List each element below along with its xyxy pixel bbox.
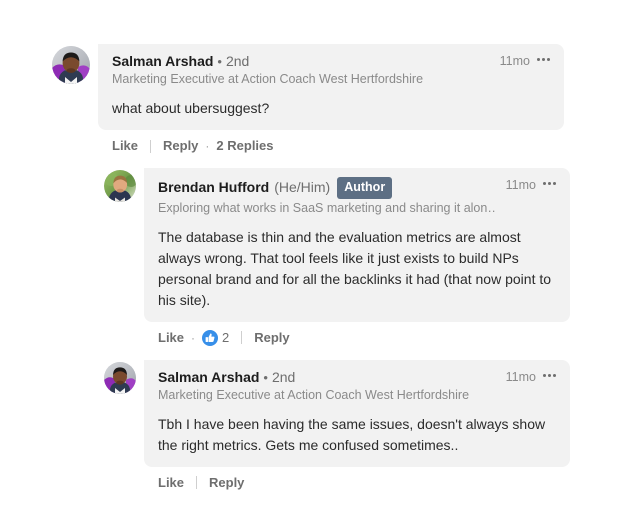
author-name[interactable]: Salman Arshad xyxy=(158,369,259,386)
comment-meta: 11mo xyxy=(500,53,550,68)
action-divider xyxy=(196,476,198,489)
author-block: Salman Arshad • 2nd Marketing Executive … xyxy=(112,53,500,87)
comment-bubble: Salman Arshad • 2nd Marketing Executive … xyxy=(98,44,564,130)
comment-actions: Like Reply xyxy=(144,467,624,491)
comment-item: Brendan Hufford (He/Him) Author Explorin… xyxy=(0,168,624,346)
thumbs-up-icon xyxy=(202,329,219,346)
author-headline: Marketing Executive at Action Coach West… xyxy=(158,387,470,402)
more-options-icon[interactable] xyxy=(537,58,550,64)
comment-actions: Like · 2 Reply xyxy=(144,322,624,346)
action-divider xyxy=(150,139,152,153)
more-options-icon[interactable] xyxy=(543,373,556,380)
avatar-wrapper xyxy=(104,360,136,394)
degree-separator: • xyxy=(263,369,268,385)
brendan-hufford-avatar[interactable] xyxy=(104,170,136,202)
author-name-line: Salman Arshad • 2nd xyxy=(158,369,496,386)
comment-body: Tbh I have been having the same issues, … xyxy=(158,415,546,453)
reply-button[interactable]: Reply xyxy=(209,475,244,491)
view-replies-button[interactable]: 2 Replies xyxy=(216,138,273,154)
comment-header: Salman Arshad • 2nd Marketing Executive … xyxy=(112,53,550,87)
comment-thread: Salman Arshad • 2nd Marketing Executive … xyxy=(0,0,624,524)
author-block: Salman Arshad • 2nd Marketing Executive … xyxy=(158,369,506,403)
action-divider xyxy=(241,331,243,344)
author-name[interactable]: Salman Arshad xyxy=(112,53,213,70)
salman-arshad-avatar[interactable] xyxy=(52,46,90,84)
comment-timestamp: 11mo xyxy=(505,369,536,384)
comment-column: Salman Arshad • 2nd Marketing Executive … xyxy=(98,44,624,154)
reply-button[interactable]: Reply xyxy=(163,138,198,154)
comment-header: Brendan Hufford (He/Him) Author Explorin… xyxy=(158,177,556,216)
comment-body: what about ubersuggest? xyxy=(112,100,270,116)
author-name-line: Salman Arshad • 2nd xyxy=(112,53,490,70)
reaction-count: 2 xyxy=(222,329,230,345)
comment-column: Brendan Hufford (He/Him) Author Explorin… xyxy=(144,168,624,346)
action-dot-separator: · xyxy=(191,330,196,345)
connection-degree: 2nd xyxy=(271,368,296,385)
connection-degree: 2nd xyxy=(225,53,250,69)
comment-actions: Like Reply · 2 Replies xyxy=(98,130,624,154)
action-dot-separator: · xyxy=(205,139,210,153)
author-name-line: Brendan Hufford (He/Him) Author xyxy=(158,177,496,199)
author-pronouns: (He/Him) xyxy=(274,179,331,196)
comment-item: Salman Arshad • 2nd Marketing Executive … xyxy=(0,44,624,154)
comment-timestamp: 11mo xyxy=(499,54,530,68)
author-name[interactable]: Brendan Hufford xyxy=(158,179,269,196)
like-button[interactable]: Like xyxy=(158,475,184,491)
comment-bubble: Brendan Hufford (He/Him) Author Explorin… xyxy=(144,168,570,322)
reply-button[interactable]: Reply xyxy=(254,330,289,346)
author-headline: Exploring what works in SaaS marketing a… xyxy=(158,200,496,215)
more-options-icon[interactable] xyxy=(543,182,556,188)
like-button[interactable]: Like xyxy=(158,330,184,346)
comment-meta: 11mo xyxy=(506,369,556,384)
comment-timestamp: 11mo xyxy=(505,178,536,192)
comment-meta: 11mo xyxy=(506,177,556,192)
author-block: Brendan Hufford (He/Him) Author Explorin… xyxy=(158,177,506,216)
comment-column: Salman Arshad • 2nd Marketing Executive … xyxy=(144,359,624,491)
author-badge: Author xyxy=(337,177,393,199)
comment-bubble: Salman Arshad • 2nd Marketing Executive … xyxy=(144,359,570,467)
avatar-wrapper xyxy=(104,168,136,202)
reactions-summary[interactable]: 2 xyxy=(202,329,230,346)
avatar-wrapper xyxy=(52,44,90,84)
comment-header: Salman Arshad • 2nd Marketing Executive … xyxy=(158,369,556,403)
author-headline: Marketing Executive at Action Coach West… xyxy=(112,72,424,86)
comment-body: The database is thin and the evaluation … xyxy=(158,228,552,308)
degree-separator: • xyxy=(217,54,222,69)
comment-item: Salman Arshad • 2nd Marketing Executive … xyxy=(0,359,624,491)
salman-arshad-avatar[interactable] xyxy=(104,361,136,394)
like-button[interactable]: Like xyxy=(112,138,138,154)
